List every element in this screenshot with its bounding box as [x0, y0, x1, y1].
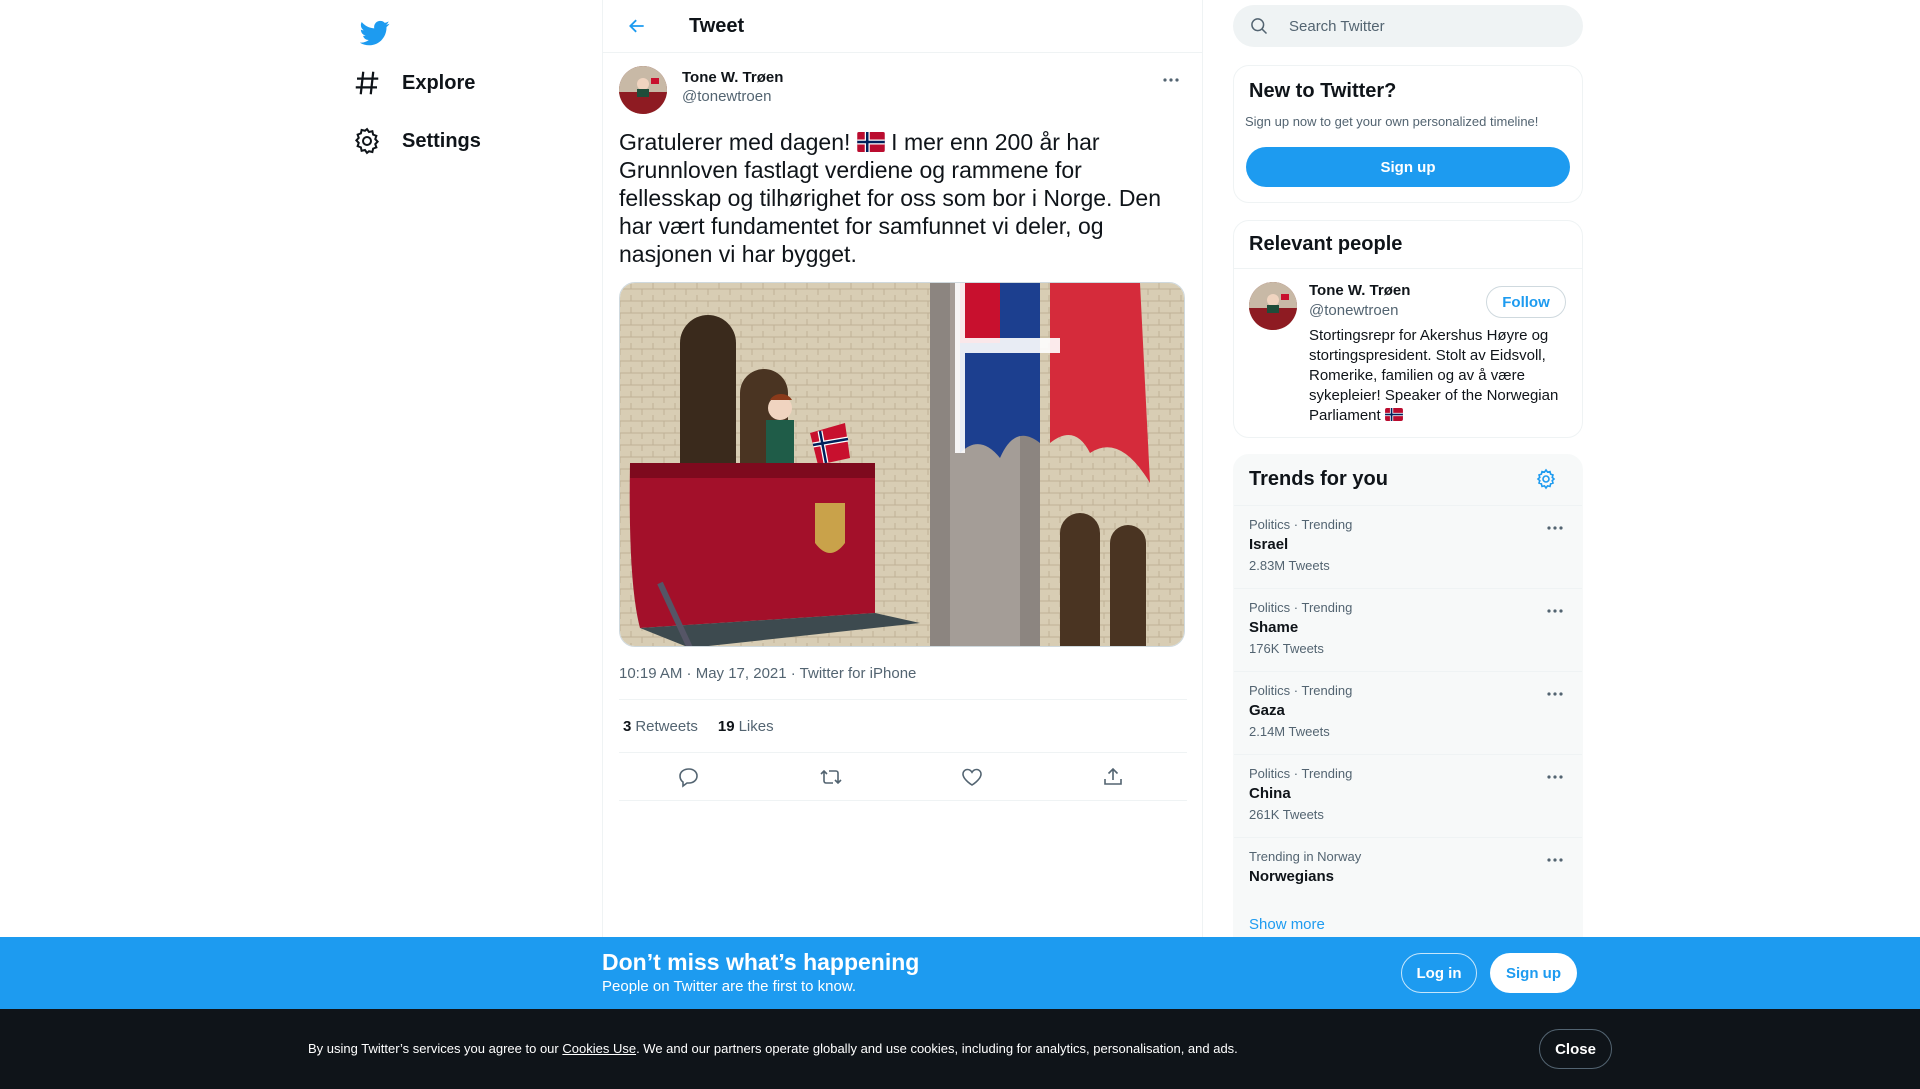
trend-item[interactable]: Politics · Trending Shame 176K Tweets — [1234, 588, 1582, 671]
trend-item[interactable]: Trending in Norway Norwegians — [1234, 837, 1582, 901]
show-more-link[interactable]: Show more — [1249, 916, 1325, 933]
banner-subtitle: People on Twitter are the first to know. — [602, 978, 857, 995]
more-options-icon[interactable] — [1159, 70, 1183, 90]
trend-category: Politics · Trending — [1249, 600, 1353, 615]
trend-name: Shame — [1249, 619, 1299, 636]
cookie-text: By using Twitter’s services you agree to… — [308, 1041, 1238, 1056]
search-input[interactable] — [1289, 17, 1549, 35]
retweets-count: 3 — [623, 717, 632, 735]
trend-category: Politics · Trending — [1249, 517, 1353, 532]
trends-card: Trends for you Politics · Trending Israe… — [1233, 454, 1583, 954]
cookie-text-before: By using Twitter’s services you agree to… — [308, 1041, 563, 1056]
trend-name: Norwegians — [1249, 868, 1335, 885]
retweets-stat[interactable]: 3 Retweets — [623, 718, 698, 735]
trend-item[interactable]: Politics · Trending Israel 2.83M Tweets — [1234, 505, 1582, 588]
trend-count: 261K Tweets — [1249, 807, 1324, 822]
cookie-bar: By using Twitter’s services you agree to… — [0, 1009, 1920, 1089]
follow-button[interactable]: Follow — [1486, 286, 1566, 318]
trend-count: 2.14M Tweets — [1249, 724, 1330, 739]
more-options-icon[interactable] — [1544, 601, 1566, 621]
reply-icon[interactable] — [677, 765, 701, 789]
tweet-source-link[interactable]: Twitter for iPhone — [800, 665, 917, 682]
twitter-logo-icon[interactable] — [350, 8, 400, 58]
person-handle[interactable]: @tonewtroen — [1309, 302, 1398, 319]
banner-sign-up-button[interactable]: Sign up — [1490, 953, 1577, 993]
tweet-column: Tweet Tone W. Trøen @tonewtroen Gratuler… — [602, 0, 1203, 938]
nav-settings[interactable]: Settings — [340, 113, 493, 169]
norway-flag-icon — [1384, 408, 1403, 421]
tweet-text-part1: Gratulerer med dagen! — [619, 129, 857, 155]
new-to-twitter-card: New to Twitter? Sign up now to get your … — [1233, 65, 1583, 203]
gear-icon — [352, 126, 382, 156]
trend-count: 2.83M Tweets — [1249, 558, 1330, 573]
retweet-icon[interactable] — [819, 765, 843, 789]
hashtag-icon — [352, 68, 382, 98]
person-bio-text: Stortingsrepr for Akershus Høyre og stor… — [1309, 327, 1559, 424]
new-to-twitter-title: New to Twitter? — [1249, 80, 1397, 102]
tweet-timestamp-link[interactable]: 10:19 AM · May 17, 2021 — [619, 665, 787, 682]
author-name[interactable]: Tone W. Trøen — [682, 69, 783, 86]
relevant-people-card: Relevant people Tone W. Trøen @tonewtroe… — [1233, 220, 1583, 438]
tweet-author: Tone W. Trøen @tonewtroen — [619, 66, 1187, 116]
sign-up-button[interactable]: Sign up — [1246, 147, 1570, 187]
retweets-label: Retweets — [635, 717, 698, 735]
trend-category: Trending in Norway — [1249, 849, 1362, 864]
likes-label: Likes — [738, 717, 774, 735]
more-options-icon[interactable] — [1544, 684, 1566, 704]
tweet-meta: 10:19 AM · May 17, 2021 · Twitter for iP… — [619, 665, 916, 682]
avatar[interactable] — [619, 66, 667, 114]
trend-count: 176K Tweets — [1249, 641, 1324, 656]
search-bar[interactable] — [1233, 5, 1583, 47]
gear-icon[interactable] — [1534, 467, 1558, 491]
person-name[interactable]: Tone W. Trøen — [1309, 282, 1410, 299]
person-bio: Stortingsrepr for Akershus Høyre og stor… — [1309, 326, 1569, 426]
tweet-stats: 3 Retweets 19 Likes — [619, 699, 1187, 753]
tweet-actions — [619, 753, 1187, 801]
trend-category: Politics · Trending — [1249, 683, 1353, 698]
signup-banner: Don’t miss what’s happening People on Tw… — [0, 937, 1920, 1009]
cookie-text-after: . We and our partners operate globally a… — [636, 1041, 1238, 1056]
cookies-use-link[interactable]: Cookies Use — [562, 1041, 636, 1056]
more-options-icon[interactable] — [1544, 767, 1566, 787]
divider — [1234, 268, 1582, 269]
log-in-button[interactable]: Log in — [1401, 953, 1477, 993]
meta-separator: · — [786, 665, 800, 682]
trend-item[interactable]: Politics · Trending China 261K Tweets — [1234, 754, 1582, 837]
trend-item[interactable]: Politics · Trending Gaza 2.14M Tweets — [1234, 671, 1582, 754]
search-icon — [1249, 16, 1269, 36]
close-button[interactable]: Close — [1539, 1029, 1612, 1069]
nav-explore-label: Explore — [402, 71, 476, 94]
page-title: Tweet — [689, 14, 745, 37]
likes-stat[interactable]: 19 Likes — [718, 718, 774, 735]
like-icon[interactable] — [960, 765, 984, 789]
share-icon[interactable] — [1101, 765, 1125, 789]
trend-name: China — [1249, 785, 1291, 802]
banner-title: Don’t miss what’s happening — [602, 949, 920, 975]
trend-name: Israel — [1249, 536, 1289, 553]
tweet-photo[interactable] — [619, 282, 1185, 647]
relevant-people-title: Relevant people — [1249, 233, 1403, 255]
more-options-icon[interactable] — [1544, 518, 1566, 538]
back-arrow-icon[interactable] — [619, 8, 655, 44]
new-to-twitter-subtitle: Sign up now to get your own personalized… — [1245, 114, 1539, 129]
avatar[interactable] — [1249, 282, 1297, 330]
trend-name: Gaza — [1249, 702, 1285, 719]
likes-count: 19 — [717, 717, 735, 735]
nav-explore[interactable]: Explore — [340, 55, 487, 111]
trend-category: Politics · Trending — [1249, 766, 1353, 781]
author-handle[interactable]: @tonewtroen — [682, 88, 771, 105]
trends-title: Trends for you — [1249, 468, 1388, 490]
tweet-text: Gratulerer med dagen! I mer enn 200 år h… — [619, 128, 1187, 268]
norway-flag-icon — [857, 132, 885, 152]
nav-settings-label: Settings — [402, 129, 481, 152]
more-options-icon[interactable] — [1544, 850, 1566, 870]
tweet-header: Tweet — [603, 0, 1202, 53]
